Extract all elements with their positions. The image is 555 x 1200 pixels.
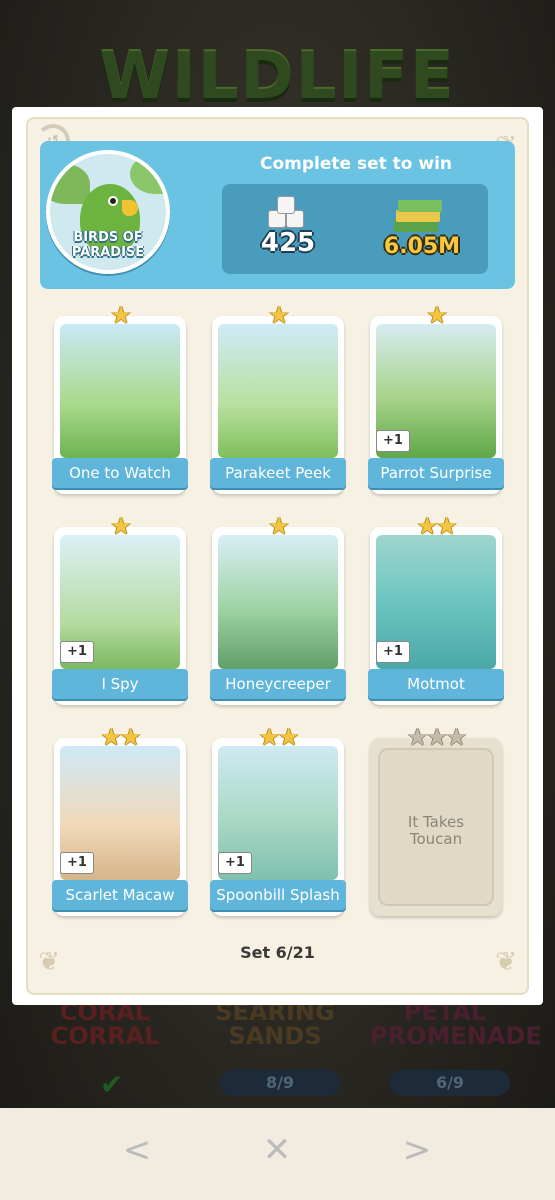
card-name: One to Watch bbox=[52, 458, 188, 488]
duplicate-count-badge: +1 bbox=[376, 430, 410, 452]
duplicate-count-badge: +1 bbox=[376, 641, 410, 663]
card-honeycreeper[interactable]: ★ Honeycreeper bbox=[210, 513, 346, 705]
reward-box: 425 6.05M bbox=[222, 184, 488, 274]
card-name: Scarlet Macaw bbox=[52, 880, 188, 910]
card-parakeet-peek[interactable]: ★ Parakeet Peek bbox=[210, 302, 346, 494]
bg-set-petal-promenade: PETAL PROMENADE bbox=[370, 998, 542, 1050]
card-name: Parakeet Peek bbox=[210, 458, 346, 488]
complete-set-text: Complete set to win bbox=[259, 154, 453, 174]
parrot-eye bbox=[108, 196, 118, 206]
prev-arrow-icon[interactable]: < bbox=[112, 1130, 162, 1170]
bg-set-coral-corral: CORAL CORRAL bbox=[50, 998, 160, 1050]
card-scarlet-macaw[interactable]: ★★ +1 Scarlet Macaw bbox=[52, 724, 188, 916]
duplicate-count-badge: +1 bbox=[60, 852, 94, 874]
bottom-nav: < ✕ > bbox=[0, 1108, 555, 1200]
bg-progress-searing-sands: 8/9 bbox=[220, 1070, 340, 1096]
leaf-icon bbox=[130, 154, 166, 194]
duplicate-count-badge: +1 bbox=[218, 852, 252, 874]
cash-stack-icon bbox=[392, 198, 442, 234]
card-one-to-watch[interactable]: ★ One to Watch bbox=[52, 302, 188, 494]
card-art bbox=[218, 535, 338, 669]
locked-card-name: It Takes Toucan bbox=[407, 813, 465, 848]
card-name: Motmot bbox=[368, 669, 504, 699]
card-name: I Spy bbox=[52, 669, 188, 699]
reward-dice-amount: 425 bbox=[260, 228, 316, 258]
card-spoonbill-splash[interactable]: ★★ +1 Spoonbill Splash bbox=[210, 724, 346, 916]
checkmark-icon: ✔ bbox=[100, 1068, 124, 1101]
bg-set-searing-sands: SEARING SANDS bbox=[215, 998, 335, 1050]
duplicate-count-badge: +1 bbox=[60, 641, 94, 663]
set-badge: BIRDS OF PARADISE bbox=[46, 150, 170, 274]
bg-progress-petal-promenade: 6/9 bbox=[390, 1070, 510, 1096]
card-it-takes-toucan-locked[interactable]: ★★★ It Takes Toucan bbox=[370, 724, 502, 916]
close-icon[interactable]: ✕ bbox=[252, 1130, 302, 1170]
next-arrow-icon[interactable]: > bbox=[392, 1130, 442, 1170]
reward-cash-amount: 6.05M bbox=[383, 234, 461, 259]
card-parrot-surprise[interactable]: ★ +1 Parrot Surprise bbox=[368, 302, 504, 494]
card-art bbox=[218, 324, 338, 458]
leaf-icon bbox=[50, 164, 90, 204]
album-title: WILDLIFE bbox=[99, 40, 456, 114]
set-counter: Set 6/21 bbox=[240, 943, 315, 962]
card-name: Spoonbill Splash bbox=[210, 880, 346, 910]
card-art bbox=[60, 324, 180, 458]
parrot-beak bbox=[122, 200, 138, 216]
card-motmot[interactable]: ★★ +1 Motmot bbox=[368, 513, 504, 705]
set-name: BIRDS OF PARADISE bbox=[71, 230, 145, 260]
card-name: Parrot Surprise bbox=[368, 458, 504, 488]
card-i-spy[interactable]: ★ +1 I Spy bbox=[52, 513, 188, 705]
card-name: Honeycreeper bbox=[210, 669, 346, 699]
star-rating: ★★★ bbox=[406, 723, 468, 751]
